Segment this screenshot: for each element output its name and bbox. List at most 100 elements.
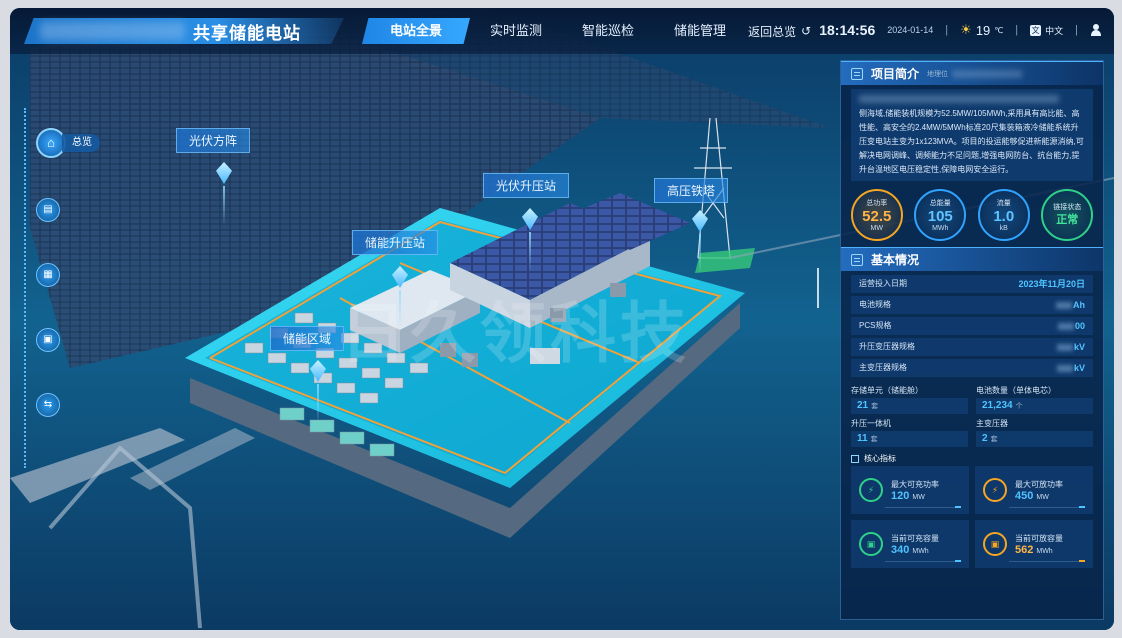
- card-current-discharge-capacity: ▣ 当前可放容量 562 MWh: [975, 520, 1093, 568]
- charge-icon: ⚡: [859, 478, 883, 502]
- core-metrics-header: 核心指标: [851, 453, 1093, 464]
- calendar-button[interactable]: ▦: [36, 263, 60, 287]
- metric-unit: MWh: [932, 225, 949, 232]
- rail-overview-label: 总览: [62, 134, 100, 152]
- battery-button[interactable]: ▣: [36, 328, 60, 352]
- tab-inspection[interactable]: 智能巡检: [562, 18, 654, 44]
- card-value: 120: [891, 489, 910, 502]
- info-battery-count: 电池数量（单体电芯） 21,234 个: [976, 384, 1093, 414]
- top-bar: 共享储能电站 电站全景 实时监测 智能巡检 储能管理 返回总览 ↺ 18:14:…: [10, 8, 1114, 54]
- app-window: 日久领科技 光伏方阵 光伏升压站 储能升压站 高压铁塔 储能区域 共享储能电站 …: [10, 8, 1114, 630]
- calendar-icon: ▦: [43, 269, 53, 280]
- project-intro-text: 侧海域,储能装机规模为52.5MW/105MWh,采用具有高比能、高性能、高安全…: [859, 109, 1084, 174]
- metric-traffic: 流量 1.0 kB: [977, 189, 1030, 241]
- redacted-value: [1056, 365, 1073, 373]
- tab-storage-management[interactable]: 储能管理: [654, 18, 746, 44]
- metric-value: 52.5: [862, 208, 892, 225]
- return-icon: ↺: [801, 24, 812, 38]
- card-max-charge-power: ⚡ 最大可充功率 120 MW: [851, 466, 969, 514]
- doc-icon: [851, 67, 863, 80]
- back-to-overview-button[interactable]: 返回总览 ↺: [748, 23, 811, 40]
- metric-label: 链接状态: [1053, 203, 1082, 211]
- project-intro-text-box: 侧海域,储能装机规模为52.5MW/105MWh,采用具有高比能、高性能、高安全…: [851, 89, 1093, 181]
- card-baseline: [1009, 507, 1085, 508]
- layer-button[interactable]: ▤: [36, 198, 60, 222]
- card-value: 450: [1015, 489, 1034, 502]
- info-row-main-transformer: 主变压器规格 kV: [851, 359, 1093, 377]
- info-main-transformers: 主变压器 2套: [976, 417, 1093, 447]
- metric-label: 总功率: [866, 200, 888, 207]
- label-storage-substation[interactable]: 储能升压站: [352, 230, 439, 255]
- info-booster-units: 升压一体机 11 套: [851, 417, 968, 447]
- info-row-booster-transformer: 升压变压器规格 kV: [851, 338, 1093, 356]
- sun-icon: ☀: [960, 22, 972, 37]
- right-info-panel: 项目简介 地理位 侧海域,储能装机规模为52.5MW/105MWh,采用具有高比…: [840, 60, 1104, 620]
- core-metrics-title: 核心指标: [864, 454, 896, 463]
- redacted-value: [1056, 302, 1072, 310]
- storage-substation-pin-icon[interactable]: [390, 266, 410, 330]
- label-pv-substation[interactable]: 光伏升压站: [483, 173, 570, 198]
- switch-button[interactable]: ⇆: [36, 393, 60, 417]
- info-row-battery-spec: 电池规格 Ah: [851, 296, 1093, 314]
- info-label: 运营投入日期: [859, 279, 907, 288]
- grid-value: 21,234: [982, 400, 1013, 411]
- status-area: 18:14:56 2024-01-14 | ☀ 19 ℃ | 文 中文 |: [819, 22, 1102, 38]
- grid-label: 升压一体机: [851, 419, 891, 428]
- card-current-charge-capacity: ▣ 当前可充容量 340 MWh: [851, 520, 969, 568]
- charge-capacity-icon: ▣: [859, 532, 883, 556]
- card-label: 当前可放容量: [1015, 533, 1063, 543]
- tab-overview[interactable]: 电站全景: [362, 18, 471, 44]
- info-label: 电池规格: [859, 300, 891, 309]
- info-label: 升压变压器规格: [859, 342, 915, 351]
- grid-label: 主变压器: [976, 419, 1008, 428]
- tab-monitoring[interactable]: 实时监测: [470, 18, 562, 44]
- metric-unit: MW: [870, 225, 883, 232]
- metric-total-energy: 总能量 105 MWh: [914, 189, 967, 241]
- card-baseline: [885, 507, 961, 508]
- grid-unit: 套: [871, 403, 879, 410]
- language-switch[interactable]: 文 中文: [1030, 24, 1063, 37]
- core-metric-cards: ⚡ 最大可充功率 120MW ⚡ 最大可放功率 450MW ▣ 当前可充容量: [851, 466, 1093, 568]
- left-rail-line: [24, 108, 28, 468]
- info-value: kV: [1073, 342, 1085, 352]
- metric-label: 流量: [996, 200, 1011, 207]
- switch-icon: ⇆: [43, 399, 53, 410]
- card-label: 最大可放功率: [1015, 479, 1063, 489]
- rail-overview-button[interactable]: ⌂ 总览: [36, 128, 100, 158]
- card-indicator: [1079, 506, 1085, 508]
- user-icon[interactable]: [1090, 24, 1102, 36]
- card-unit: MW: [912, 493, 925, 501]
- card-unit: MWh: [1036, 547, 1053, 555]
- pv-array-pin-icon[interactable]: [214, 162, 234, 226]
- info-value: 00: [1074, 321, 1085, 331]
- card-unit: MWh: [912, 547, 929, 555]
- layer-icon: ▤: [43, 204, 53, 215]
- project-metrics: 总功率 52.5 MW 总能量 105 MWh 流量 1.0 kB 链接状态 正…: [845, 189, 1099, 241]
- temperature-unit: ℃: [994, 25, 1004, 35]
- card-value: 562: [1015, 543, 1034, 556]
- back-label: 返回总览: [748, 24, 797, 39]
- card-baseline: [885, 561, 961, 562]
- label-hv-tower[interactable]: 高压铁塔: [654, 178, 729, 203]
- card-max-discharge-power: ⚡ 最大可放功率 450 MW: [975, 466, 1093, 514]
- redacted-text: [952, 69, 1023, 78]
- brand-redacted: [40, 22, 185, 40]
- label-storage-area[interactable]: 储能区域: [270, 326, 345, 351]
- grid-value: 2: [982, 433, 988, 444]
- project-intro-title: 项目简介: [871, 67, 920, 81]
- grid-value: 21: [857, 400, 869, 411]
- redacted-value: [1057, 323, 1074, 331]
- hv-tower-pin-icon[interactable]: [690, 210, 710, 274]
- card-baseline: [1009, 561, 1085, 562]
- pv-substation-pin-icon[interactable]: [520, 208, 540, 272]
- info-label: 主变压器规格: [859, 363, 907, 372]
- grid-label: 电池数量（单体电芯）: [976, 386, 1056, 395]
- page-title: 共享储能电站: [193, 24, 301, 43]
- label-pv-array[interactable]: 光伏方阵: [176, 128, 251, 153]
- battery-icon: ▣: [43, 334, 53, 345]
- language-label: 中文: [1045, 25, 1064, 36]
- card-indicator: [1079, 560, 1085, 562]
- storage-area-pin-icon[interactable]: [308, 360, 328, 424]
- divider: |: [1075, 24, 1078, 36]
- project-intro-header: 项目简介 地理位: [841, 61, 1103, 85]
